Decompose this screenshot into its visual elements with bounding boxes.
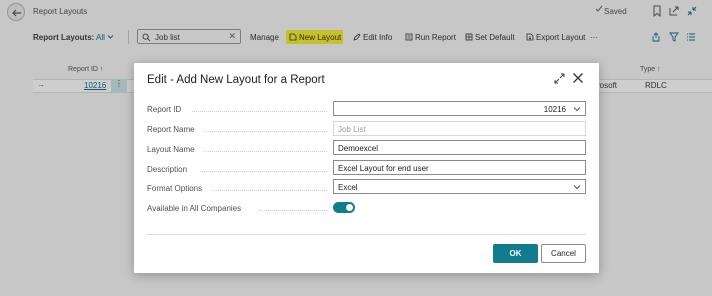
toggle-knob — [346, 204, 353, 211]
chevron-down-icon — [573, 107, 581, 112]
format-options-label: Format Options — [147, 184, 203, 193]
description-field[interactable]: Excel Layout for end user — [333, 160, 586, 175]
format-options-value: Excel — [338, 183, 358, 192]
format-options-select[interactable]: Excel — [333, 179, 586, 194]
cancel-button[interactable]: Cancel — [541, 244, 586, 263]
dialog-footer-divider — [147, 234, 586, 235]
report-id-value: 10216 — [543, 105, 566, 114]
edit-layout-dialog: Edit - Add New Layout for a Report Repor… — [134, 63, 599, 273]
report-name-value: Job List — [338, 125, 366, 134]
report-name-leader — [204, 130, 327, 132]
report-name-field: Job List — [333, 121, 586, 136]
report-name-label: Report Name — [147, 125, 195, 134]
description-leader — [200, 170, 327, 172]
ok-button[interactable]: OK — [493, 244, 538, 263]
format-options-leader — [212, 189, 327, 191]
layout-name-field[interactable]: Demoexcel — [333, 140, 586, 155]
available-all-companies-leader — [259, 209, 327, 211]
description-label: Description — [147, 165, 188, 174]
chevron-down-icon — [573, 185, 581, 190]
report-id-leader — [192, 110, 327, 112]
layout-name-leader — [204, 150, 327, 152]
description-value: Excel Layout for end user — [338, 164, 429, 173]
available-all-companies-label: Available in All Companies — [147, 204, 242, 213]
close-icon[interactable] — [572, 72, 584, 84]
dialog-title: Edit - Add New Layout for a Report — [147, 74, 325, 86]
available-all-companies-toggle[interactable] — [333, 202, 355, 213]
report-id-field[interactable]: 10216 — [333, 101, 586, 116]
expand-icon[interactable] — [554, 73, 565, 84]
report-id-label: Report ID — [147, 105, 182, 114]
layout-name-value: Demoexcel — [338, 144, 379, 153]
layout-name-label: Layout Name — [147, 145, 195, 154]
